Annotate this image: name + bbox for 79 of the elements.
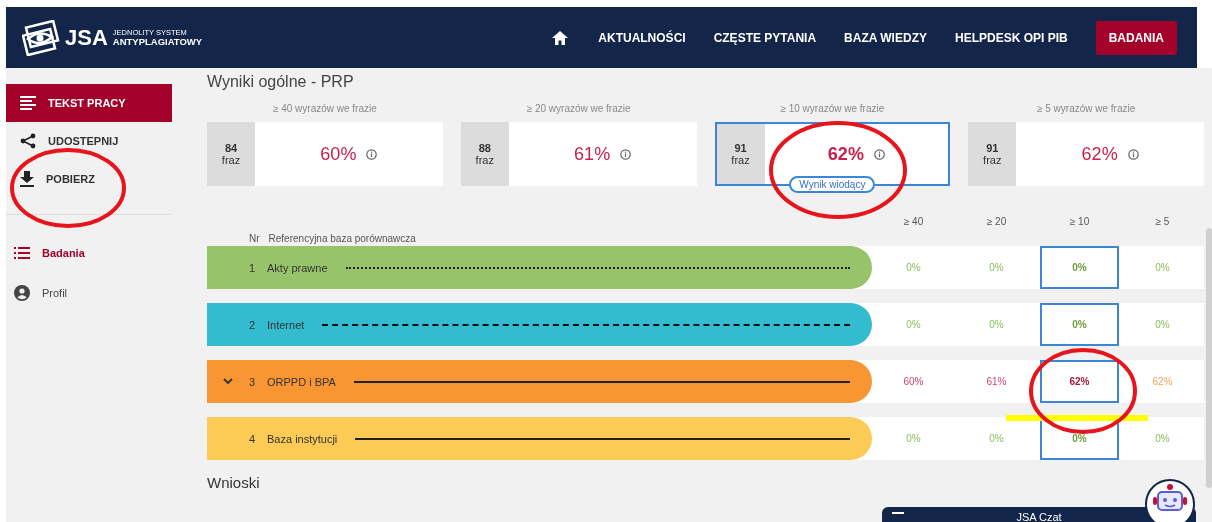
section-title: Wyniki ogólne - PRP [207, 73, 355, 92]
nav-link[interactable]: AKTUALNOŚCI [598, 30, 686, 45]
percent-cell: 62% [1152, 376, 1173, 387]
card-heading: ≥ 20 wyrazów we frazie [526, 103, 631, 114]
column-heading: Nr [249, 233, 260, 244]
info-icon[interactable] [366, 148, 378, 160]
percent-cell: 0% [989, 433, 1004, 444]
percent-cell: 0% [989, 262, 1004, 273]
phrase-count: 84 [224, 142, 238, 154]
phrase-count: 91 [734, 142, 747, 154]
percent-value: 62% [827, 143, 864, 165]
percent-cell: 0% [1155, 262, 1170, 273]
card-heading: ≥ 10 wyrazów we frazie [780, 103, 885, 114]
percent-cell: 0% [1155, 433, 1170, 444]
column-heading: ≥ 5 [1154, 216, 1171, 229]
nav-link[interactable]: HELPDESK OPI PIB [954, 30, 1068, 45]
phrase-unit: fraz [731, 154, 750, 166]
row-number: 3 [249, 375, 257, 388]
phrase-unit: fraz [983, 154, 1002, 166]
sidebar-link[interactable]: Badania [6, 233, 172, 273]
robot-avatar-icon[interactable] [1144, 478, 1196, 522]
share-icon [20, 133, 36, 149]
phrase-count: 91 [986, 142, 999, 154]
phrase-count: 88 [478, 142, 491, 154]
text-lines-icon [20, 96, 36, 110]
list-icon [14, 247, 30, 259]
row-number: 2 [249, 318, 257, 331]
row-number: 1 [249, 261, 257, 274]
percent-cell: 0% [1040, 246, 1119, 289]
percent-cell: 0% [1155, 319, 1170, 330]
database-name: Akty prawne [267, 261, 328, 274]
sidebar-action[interactable]: POBIERZ [6, 160, 172, 198]
info-icon[interactable] [1127, 148, 1139, 160]
percent-value: 61% [574, 143, 611, 165]
database-bar[interactable]: 3 ORPPD i BPA [207, 360, 872, 403]
phrase-unit: fraz [475, 154, 494, 166]
percent-cell: 0% [906, 319, 921, 330]
percent-cell: 60% [903, 376, 924, 387]
percent-cell: 0% [1040, 303, 1119, 346]
download-icon [20, 171, 34, 187]
database-name: Baza instytucji [267, 432, 338, 445]
column-heading: ≥ 20 [985, 216, 1008, 229]
info-icon[interactable] [620, 148, 632, 160]
percent-cell: 61% [986, 376, 1007, 387]
database-bar[interactable]: 1 Akty prawne [207, 246, 872, 289]
info-icon[interactable] [873, 148, 885, 160]
phrase-unit: fraz [221, 154, 241, 166]
database-bar[interactable]: 4 Baza instytucji [207, 417, 872, 460]
percent-cell: 0% [906, 433, 921, 444]
logo-text: JSA [65, 24, 108, 51]
database-name: Internet [267, 318, 305, 331]
nav-link[interactable]: BAZA WIEDZY [844, 30, 927, 45]
card-heading: ≥ 40 wyrazów we frazie [272, 103, 377, 114]
sidebar-link[interactable]: Profil [6, 273, 172, 313]
percent-cell: 62% [1040, 360, 1119, 403]
chat-title: JSA Czat [1016, 510, 1062, 522]
user-icon [14, 285, 30, 301]
sidebar-action[interactable]: UDOSTEPNIJ [6, 122, 172, 160]
scrollbar[interactable] [1206, 228, 1212, 488]
nav-link[interactable]: CZĘSTE PYTANIA [713, 30, 817, 45]
percent-cell: 0% [906, 262, 921, 273]
chevron-down-icon[interactable] [223, 378, 233, 385]
percent-value: 60% [320, 143, 357, 165]
database-name: ORPPD i BPA [267, 375, 336, 388]
percent-cell: 0% [989, 319, 1004, 330]
column-heading: ≥ 40 [902, 216, 925, 229]
column-heading: Referencyjna baza porównawcza [268, 233, 416, 244]
section-title: Wnioski [207, 474, 261, 491]
sidebar-action[interactable]: TEKST PRACY [6, 84, 172, 122]
leading-result-badge: Wynik wiodący [789, 176, 876, 193]
row-number: 4 [249, 432, 257, 445]
database-bar[interactable]: 2 Internet [207, 303, 872, 346]
column-heading: ≥ 10 [1068, 216, 1091, 229]
logo-subtitle: ANTYPLAGIATOWY [112, 36, 203, 46]
card-heading: ≥ 5 wyrazów we frazie [1036, 103, 1136, 114]
eye-logo-icon [22, 19, 60, 56]
nav-link[interactable]: BADANIA [1095, 20, 1177, 55]
home-icon[interactable] [552, 30, 569, 45]
percent-value: 62% [1081, 143, 1118, 165]
